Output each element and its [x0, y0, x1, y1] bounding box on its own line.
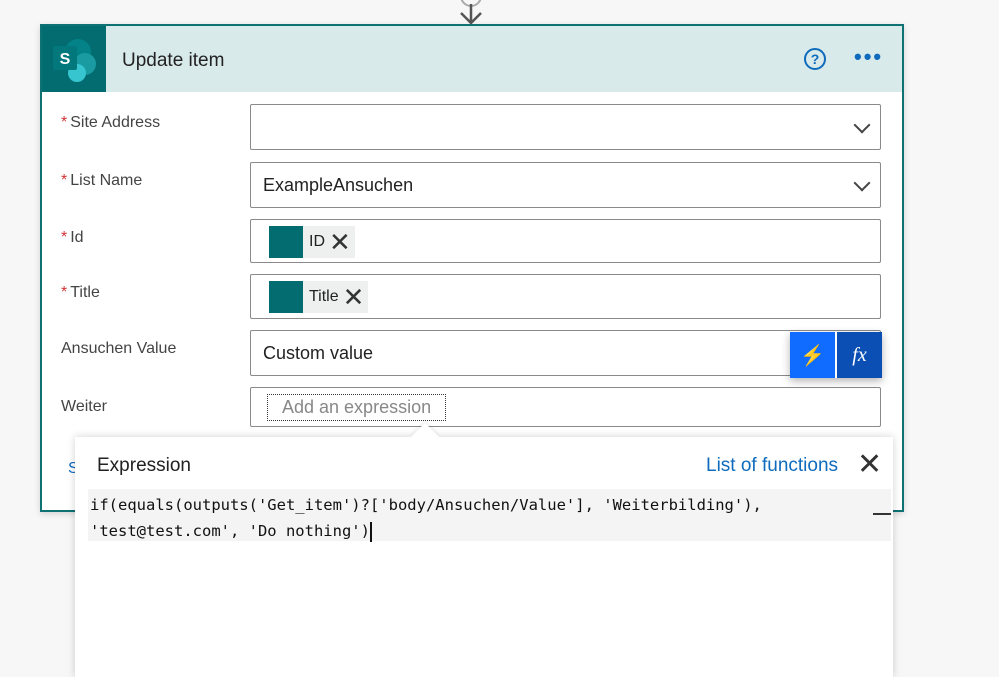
expression-line-1: if(equals(outputs('Get_item')?['body/Ans…: [90, 496, 762, 514]
sharepoint-icon: [269, 281, 303, 313]
list-name-dropdown[interactable]: ExampleAnsuchen: [250, 162, 881, 208]
resize-handle[interactable]: [873, 513, 891, 515]
card-header[interactable]: S Update item ? •••: [42, 26, 902, 92]
expression-input[interactable]: if(equals(outputs('Get_item')?['body/Ans…: [88, 489, 891, 542]
token-label: Title: [309, 288, 339, 305]
dynamic-content-button[interactable]: ⚡: [790, 332, 837, 378]
title-token[interactable]: Title ✕: [269, 281, 369, 313]
chevron-down-icon: [853, 174, 871, 192]
label-id: * Id: [61, 229, 84, 246]
label-title: * Title: [61, 284, 100, 301]
expression-line-2: 'test@test.com', 'Do nothing'): [90, 522, 370, 540]
ansuchen-value-field[interactable]: Custom value: [250, 330, 881, 376]
label-list-name: * List Name: [61, 172, 143, 189]
id-token[interactable]: ID ✕: [269, 226, 355, 258]
more-ellipsis-icon[interactable]: •••: [854, 44, 883, 70]
card-title: Update item: [122, 50, 225, 71]
site-address-dropdown[interactable]: [250, 104, 881, 150]
flow-arrow-icon: [460, 0, 482, 25]
text-cursor: [369, 521, 372, 542]
weiter-field[interactable]: Add an expression: [250, 387, 881, 427]
remove-token-icon[interactable]: ✕: [329, 229, 351, 255]
remove-token-icon[interactable]: ✕: [343, 284, 365, 310]
expression-title: Expression: [97, 455, 191, 476]
label-site-address: * Site Address: [61, 114, 161, 131]
id-field[interactable]: ID ✕: [250, 219, 881, 263]
title-field[interactable]: Title ✕: [250, 274, 881, 319]
list-of-functions-link[interactable]: List of functions: [706, 455, 838, 477]
expression-placeholder: Add an expression: [267, 394, 447, 421]
dynamic-content-toolbar: ⚡ fx: [790, 332, 882, 378]
token-label: ID: [309, 233, 325, 250]
expression-fx-button[interactable]: fx: [837, 332, 882, 378]
sharepoint-icon: S: [42, 26, 106, 92]
sharepoint-icon: [269, 226, 303, 258]
help-circle-icon[interactable]: ?: [804, 48, 826, 70]
svg-text:S: S: [60, 51, 71, 68]
label-weiter: Weiter: [61, 398, 107, 415]
expression-panel: Expression List of functions ✕ if(equals…: [75, 422, 893, 677]
label-ansuchen-value: Ansuchen Value: [61, 340, 177, 357]
chevron-down-icon: [853, 116, 871, 134]
close-icon[interactable]: ✕: [857, 447, 882, 482]
